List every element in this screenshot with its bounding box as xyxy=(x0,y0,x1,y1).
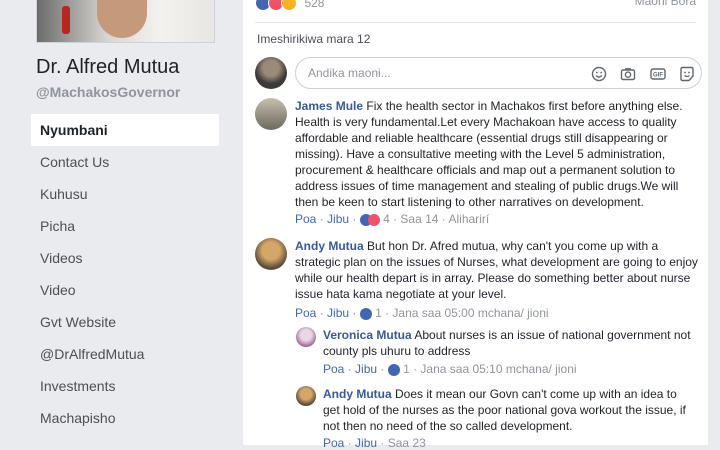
page-sidebar: Dr. Alfred Mutua @MachakosGovernor Nyumb… xyxy=(0,0,230,445)
comment-timestamp[interactable]: Saa 14 xyxy=(400,212,438,226)
wow-reaction-icon xyxy=(281,0,297,11)
reaction-summary[interactable]: 528 xyxy=(255,0,325,11)
nav-item-gvt-website[interactable]: Gvt Website xyxy=(31,306,219,338)
reply-button[interactable]: Jibu xyxy=(355,362,377,376)
avatar[interactable] xyxy=(296,327,316,347)
profile-picture[interactable] xyxy=(36,0,215,43)
reply-button[interactable]: Jibu xyxy=(355,436,377,450)
profile-picture-tie xyxy=(62,6,70,34)
avatar xyxy=(255,57,287,89)
nav-item-video[interactable]: Video xyxy=(31,274,219,306)
page-nav: Nyumbani Contact Us Kuhusu Picha Videos … xyxy=(31,114,219,434)
gif-icon[interactable]: GIF xyxy=(649,66,666,82)
like-reaction-icon xyxy=(359,307,372,320)
reply-author[interactable]: Veronica Mutua xyxy=(323,328,412,342)
like-button[interactable]: Poa xyxy=(323,436,344,450)
avatar[interactable] xyxy=(255,98,287,130)
nav-item-twitter[interactable]: @DrAlfredMutua xyxy=(31,338,219,370)
share-count[interactable]: Imeshirikiwa mara 12 xyxy=(257,32,370,46)
love-reaction-icon xyxy=(367,213,380,226)
like-button[interactable]: Poa xyxy=(295,306,316,320)
comment-sort-dropdown[interactable]: Maoni Bora xyxy=(635,0,696,8)
post-panel: 528 Maoni Bora Imeshirikiwa mara 12 Andi… xyxy=(243,0,708,450)
reply-author[interactable]: Andy Mutua xyxy=(323,387,392,401)
reply-body: Veronica Mutua About nurses is an issue … xyxy=(323,327,693,359)
comment-body: Andy Mutua But hon Dr. Afred mutua, why … xyxy=(295,238,700,302)
like-reaction-icon xyxy=(387,363,400,376)
reply-timestamp[interactable]: Jana saa 05:10 mchana/ jioni xyxy=(420,362,576,376)
comment-author[interactable]: Andy Mutua xyxy=(295,239,364,253)
reaction-count[interactable]: 4 xyxy=(383,212,390,226)
comment-author[interactable]: James Mule xyxy=(295,99,363,113)
avatar[interactable] xyxy=(296,386,316,406)
sticker-icon[interactable] xyxy=(679,66,695,82)
comment-composer: Andika maoni... GIF xyxy=(255,57,708,89)
comment-input[interactable]: Andika maoni... GIF xyxy=(295,57,702,89)
divider xyxy=(255,22,696,23)
edited-label[interactable]: Aliharirí xyxy=(448,212,489,226)
comment-input-placeholder: Andika maoni... xyxy=(308,66,391,80)
nav-item-picha[interactable]: Picha xyxy=(31,210,219,242)
svg-text:GIF: GIF xyxy=(653,72,663,78)
reply-actions: Poa · Jibu · Saa 23 xyxy=(323,436,426,450)
comment-actions: Poa · Jibu · 1 · Jana saa 05:00 mchana/ … xyxy=(295,306,549,320)
reply-button[interactable]: Jibu xyxy=(327,306,349,320)
comment-actions: Poa · Jibu · 4 · Saa 14 · Aliharirí xyxy=(295,212,490,226)
nav-item-nyumbani[interactable]: Nyumbani xyxy=(31,114,219,146)
comment-text: Fix the health sector in Machakos first … xyxy=(295,99,683,209)
reaction-count[interactable]: 1 xyxy=(403,362,410,376)
emoji-icon[interactable] xyxy=(591,66,607,82)
page-name[interactable]: Dr. Alfred Mutua xyxy=(36,56,179,79)
reply-actions: Poa · Jibu · 1 · Jana saa 05:10 mchana/ … xyxy=(323,362,577,376)
nav-item-videos[interactable]: Videos xyxy=(31,242,219,274)
reply-body: Andy Mutua Does it mean our Govn can't c… xyxy=(323,386,693,434)
comment-body: James Mule Fix the health sector in Mach… xyxy=(295,98,700,210)
nav-item-kuhusu[interactable]: Kuhusu xyxy=(31,178,219,210)
nav-item-machapisho[interactable]: Machapisho xyxy=(31,402,219,434)
camera-icon[interactable] xyxy=(620,66,636,82)
reaction-count[interactable]: 1 xyxy=(375,306,382,320)
like-button[interactable]: Poa xyxy=(295,212,316,226)
like-button[interactable]: Poa xyxy=(323,362,344,376)
nav-item-contact-us[interactable]: Contact Us xyxy=(31,146,219,178)
avatar[interactable] xyxy=(255,238,287,270)
comment-timestamp[interactable]: Jana saa 05:00 mchana/ jioni xyxy=(392,306,548,320)
reaction-count: 528 xyxy=(304,0,325,10)
nav-item-investments[interactable]: Investments xyxy=(31,370,219,402)
reply-timestamp[interactable]: Saa 23 xyxy=(388,436,426,450)
profile-picture-face xyxy=(97,0,147,38)
reply-button[interactable]: Jibu xyxy=(327,212,349,226)
page-handle[interactable]: @MachakosGovernor xyxy=(36,84,180,100)
